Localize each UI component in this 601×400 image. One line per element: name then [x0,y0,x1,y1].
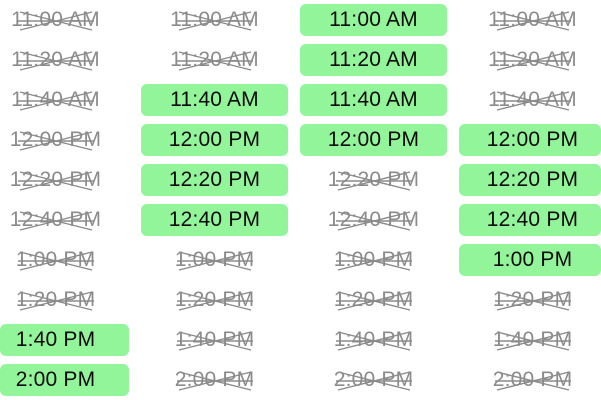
time-slot-label: 2:00 PM [333,368,414,391]
time-slot-label: 12:20 PM [486,168,579,191]
time-slot-label: 11:20 AM [170,48,259,71]
time-slot[interactable]: 11:20 AM [294,40,453,80]
time-slot: 2:00 PM [453,360,601,400]
time-slot: 11:00 AM [135,0,294,40]
time-slot[interactable]: 12:20 PM [453,160,601,200]
time-slot-label: 11:20 AM [488,48,577,71]
time-slot-label: 12:40 PM [168,208,261,231]
time-slot-grid: 11:00 AM 11:20 AM 11:40 AM 12:00 PM 12:2… [0,0,601,400]
time-slot[interactable]: 11:00 AM [294,0,453,40]
time-slot: 11:40 AM [0,80,135,120]
time-slot-label: 12:00 PM [9,128,102,151]
time-slot-label: 11:00 AM [329,8,418,31]
time-column-3: 11:00 AM 11:20 AM 11:40 AM 12:00 PM 12:2… [294,0,453,400]
time-slot: 11:00 AM [0,0,135,40]
time-slot: 1:40 PM [135,320,294,360]
time-slot[interactable]: 12:00 PM [135,120,294,160]
time-slot-label: 12:00 PM [486,128,579,151]
time-slot-label: 1:40 PM [333,328,414,351]
time-slot-label: 11:00 AM [11,8,100,31]
time-slot: 12:00 PM [0,120,135,160]
time-column-1: 11:00 AM 11:20 AM 11:40 AM 12:00 PM 12:2… [0,0,135,400]
time-slot-label: 1:20 PM [15,288,96,311]
time-slot-label: 1:20 PM [174,288,255,311]
time-slot: 12:40 PM [294,200,453,240]
time-slot-label: 12:20 PM [327,168,420,191]
time-slot-label: 12:40 PM [486,208,579,231]
time-slot-label: 11:00 AM [488,8,577,31]
time-slot[interactable]: 11:40 AM [135,80,294,120]
time-slot: 1:00 PM [294,240,453,280]
time-slot-label: 11:00 AM [170,8,259,31]
time-slot: 1:00 PM [135,240,294,280]
time-slot: 11:20 AM [0,40,135,80]
time-slot[interactable]: 12:20 PM [135,160,294,200]
time-slot-label: 12:40 PM [9,208,102,231]
time-slot: 1:20 PM [453,280,601,320]
time-slot: 11:40 AM [453,80,601,120]
time-slot: 2:00 PM [294,360,453,400]
time-slot: 11:20 AM [135,40,294,80]
time-slot-label: 11:20 AM [329,48,418,71]
time-slot: 12:20 PM [294,160,453,200]
time-slot-label: 11:20 AM [11,48,100,71]
time-slot-label: 2:00 PM [492,368,573,391]
time-slot-label: 1:00 PM [333,248,414,271]
time-slot: 1:20 PM [0,280,135,320]
time-slot: 1:40 PM [453,320,601,360]
time-slot-label: 11:40 AM [329,88,418,111]
time-slot-label: 11:40 AM [11,88,100,111]
time-slot[interactable]: 12:00 PM [453,120,601,160]
time-slot-label: 1:00 PM [174,248,255,271]
time-slot: 1:40 PM [294,320,453,360]
time-slot-label: 1:20 PM [333,288,414,311]
time-slot-label: 1:40 PM [174,328,255,351]
time-slot: 1:20 PM [294,280,453,320]
time-slot-label: 2:00 PM [15,368,96,391]
time-slot: 12:40 PM [0,200,135,240]
time-slot[interactable]: 12:00 PM [294,120,453,160]
time-slot: 1:00 PM [0,240,135,280]
time-slot: 11:20 AM [453,40,601,80]
time-slot[interactable]: 1:00 PM [453,240,601,280]
time-slot-label: 1:00 PM [15,248,96,271]
time-slot: 1:20 PM [135,280,294,320]
time-slot: 2:00 PM [135,360,294,400]
time-slot[interactable]: 11:40 AM [294,80,453,120]
time-slot-label: 1:40 PM [492,328,573,351]
time-slot[interactable]: 12:40 PM [453,200,601,240]
time-slot-label: 12:20 PM [9,168,102,191]
time-slot-label: 11:40 AM [488,88,577,111]
time-slot[interactable]: 2:00 PM [0,360,135,400]
time-slot-label: 2:00 PM [174,368,255,391]
time-slot-label: 1:00 PM [492,248,573,271]
time-slot-label: 11:40 AM [170,88,259,111]
time-slot[interactable]: 12:40 PM [135,200,294,240]
time-slot: 12:20 PM [0,160,135,200]
time-slot[interactable]: 1:40 PM [0,320,135,360]
time-slot: 11:00 AM [453,0,601,40]
time-column-2: 11:00 AM 11:20 AM 11:40 AM 12:00 PM 12:2… [135,0,294,400]
time-slot-label: 12:40 PM [327,208,420,231]
time-column-4: 11:00 AM 11:20 AM 11:40 AM 12:00 PM 12:2… [453,0,601,400]
time-slot-label: 12:00 PM [168,128,261,151]
time-slot-label: 1:20 PM [492,288,573,311]
time-slot-label: 1:40 PM [15,328,96,351]
time-slot-label: 12:20 PM [168,168,261,191]
time-slot-label: 12:00 PM [327,128,420,151]
